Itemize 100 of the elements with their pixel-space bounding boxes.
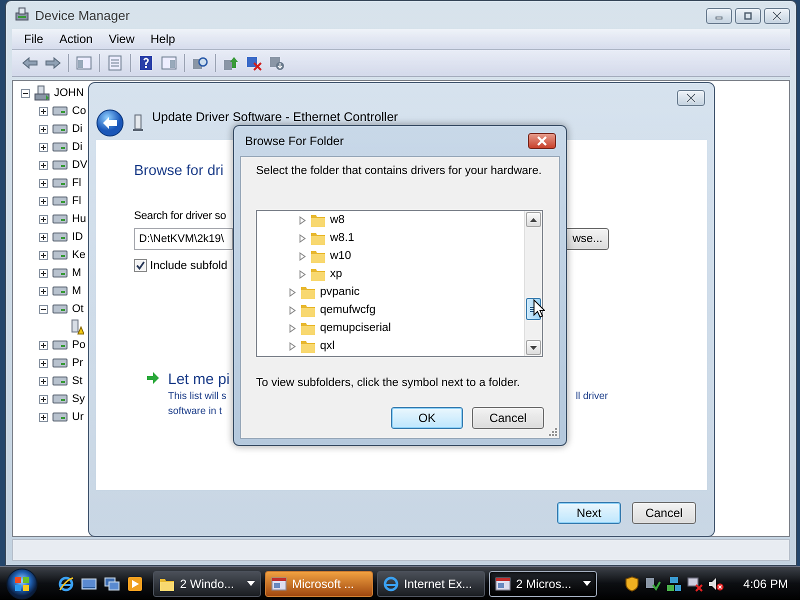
ok-button[interactable]: OK [391, 407, 463, 429]
expand-icon[interactable] [39, 196, 48, 206]
collapse-icon[interactable] [39, 304, 48, 314]
taskbar-button[interactable]: 2 Windo... [153, 570, 261, 596]
folder-name[interactable]: qxl [320, 340, 335, 352]
expand-arrow-icon[interactable] [299, 216, 306, 224]
device-category[interactable]: Di [72, 123, 82, 135]
menu-item[interactable]: Help [142, 32, 184, 46]
device-category[interactable]: DV [72, 159, 88, 171]
resize-grip-icon[interactable] [548, 427, 557, 436]
device-category[interactable]: M [72, 285, 82, 297]
taskbar-button[interactable]: Internet Ex... [377, 570, 485, 596]
expand-icon[interactable] [39, 142, 48, 152]
device-category[interactable]: Pr [72, 357, 83, 369]
device-category[interactable]: Sy [72, 393, 85, 405]
console-tree-icon[interactable] [76, 55, 92, 71]
action-pane-icon[interactable] [161, 55, 177, 71]
menu-item[interactable]: Action [51, 32, 101, 46]
device-category[interactable]: Hu [72, 213, 86, 225]
device-category[interactable]: ID [72, 231, 83, 243]
taskbar-button[interactable]: Microsoft ... [265, 570, 373, 596]
expand-icon[interactable] [39, 412, 48, 422]
expand-arrow-icon[interactable] [289, 342, 296, 350]
expand-arrow-icon[interactable] [299, 234, 306, 242]
expand-icon[interactable] [39, 214, 48, 224]
device-category[interactable]: Po [72, 339, 86, 351]
back-button-icon[interactable] [96, 109, 124, 137]
device-category[interactable]: Ke [72, 249, 86, 261]
device-category[interactable]: St [72, 375, 82, 387]
scroll-up-button[interactable] [526, 212, 541, 227]
switch-windows-icon[interactable] [104, 576, 120, 592]
expand-icon[interactable] [39, 394, 48, 404]
device-category[interactable]: Ur [72, 411, 84, 423]
folder-name[interactable]: pvpanic [320, 286, 360, 298]
expand-icon[interactable] [39, 340, 48, 350]
folder-tree[interactable]: w8 w8.1 w10 xp pvpanic qemufwcfg qemupciserial qxl [256, 210, 543, 357]
expand-icon[interactable] [39, 358, 48, 368]
device-category[interactable]: Fl [72, 195, 82, 207]
network-disconnected-icon[interactable] [687, 576, 704, 592]
expand-icon[interactable] [39, 124, 48, 134]
folder-name[interactable]: w8 [330, 214, 345, 226]
expand-icon[interactable] [39, 376, 48, 386]
maximize-button[interactable] [735, 8, 761, 24]
properties-icon[interactable] [107, 55, 123, 71]
media-player-icon[interactable] [127, 576, 143, 592]
device-category[interactable]: Fl [72, 177, 82, 189]
browse-button[interactable]: wse... [567, 228, 609, 250]
minimize-button[interactable] [706, 8, 732, 24]
expand-icon[interactable] [39, 160, 48, 170]
expand-arrow-icon[interactable] [289, 288, 296, 296]
browser-icon[interactable] [58, 576, 74, 592]
network-status-icon[interactable] [645, 576, 662, 592]
expand-icon[interactable] [39, 178, 48, 188]
folder-name[interactable]: w8.1 [330, 232, 354, 244]
expand-arrow-icon[interactable] [299, 270, 306, 278]
menu-item[interactable]: File [16, 32, 52, 46]
close-button[interactable] [764, 8, 790, 24]
device-category[interactable]: Co [72, 105, 86, 117]
option-title[interactable]: Let me pi [168, 371, 230, 389]
path-field[interactable]: D:\NetKVM\2k19\ [134, 228, 233, 250]
device-category[interactable]: Ot [72, 303, 84, 315]
menu-item[interactable]: View [100, 32, 142, 46]
disable-device-icon[interactable] [269, 55, 285, 71]
device-category[interactable]: M [72, 267, 82, 279]
expand-icon[interactable] [39, 268, 48, 278]
network-icon[interactable] [666, 576, 682, 592]
computer-name[interactable]: JOHN [54, 87, 84, 99]
folder-name[interactable]: w10 [330, 250, 352, 262]
expand-arrow-icon[interactable] [289, 324, 296, 332]
cancel-button[interactable]: Cancel [632, 502, 696, 524]
expand-icon[interactable] [39, 106, 48, 116]
collapse-icon[interactable] [21, 88, 30, 98]
expand-icon[interactable] [39, 250, 48, 260]
close-icon [536, 136, 548, 146]
forward-arrow-icon[interactable] [45, 55, 61, 71]
help-icon[interactable] [138, 55, 154, 71]
show-desktop-icon[interactable] [81, 576, 97, 592]
next-button[interactable]: Next [557, 502, 621, 524]
shield-icon[interactable] [624, 576, 640, 592]
taskbar-button[interactable]: 2 Micros... [489, 570, 597, 596]
folder-name[interactable]: qemupciserial [320, 322, 391, 334]
back-arrow-icon[interactable] [22, 55, 38, 71]
scrollbar[interactable] [524, 211, 542, 356]
folder-name[interactable]: xp [330, 268, 342, 280]
update-driver-icon[interactable] [223, 55, 239, 71]
device-category[interactable]: Di [72, 141, 82, 153]
expand-arrow-icon[interactable] [299, 252, 306, 260]
expand-icon[interactable] [39, 232, 48, 242]
expand-arrow-icon[interactable] [289, 306, 296, 314]
volume-muted-icon[interactable] [708, 576, 724, 592]
clock[interactable]: 4:06 PM [743, 576, 788, 590]
close-button[interactable] [528, 133, 556, 149]
scan-hardware-icon[interactable] [192, 55, 208, 71]
uninstall-icon[interactable] [246, 55, 262, 71]
folder-name[interactable]: qemufwcfg [320, 304, 376, 316]
expand-icon[interactable] [39, 286, 48, 296]
subfolders-checkbox[interactable] [134, 259, 147, 272]
close-button[interactable] [677, 90, 705, 106]
scroll-down-button[interactable] [526, 340, 541, 355]
cancel-button[interactable]: Cancel [472, 407, 544, 429]
